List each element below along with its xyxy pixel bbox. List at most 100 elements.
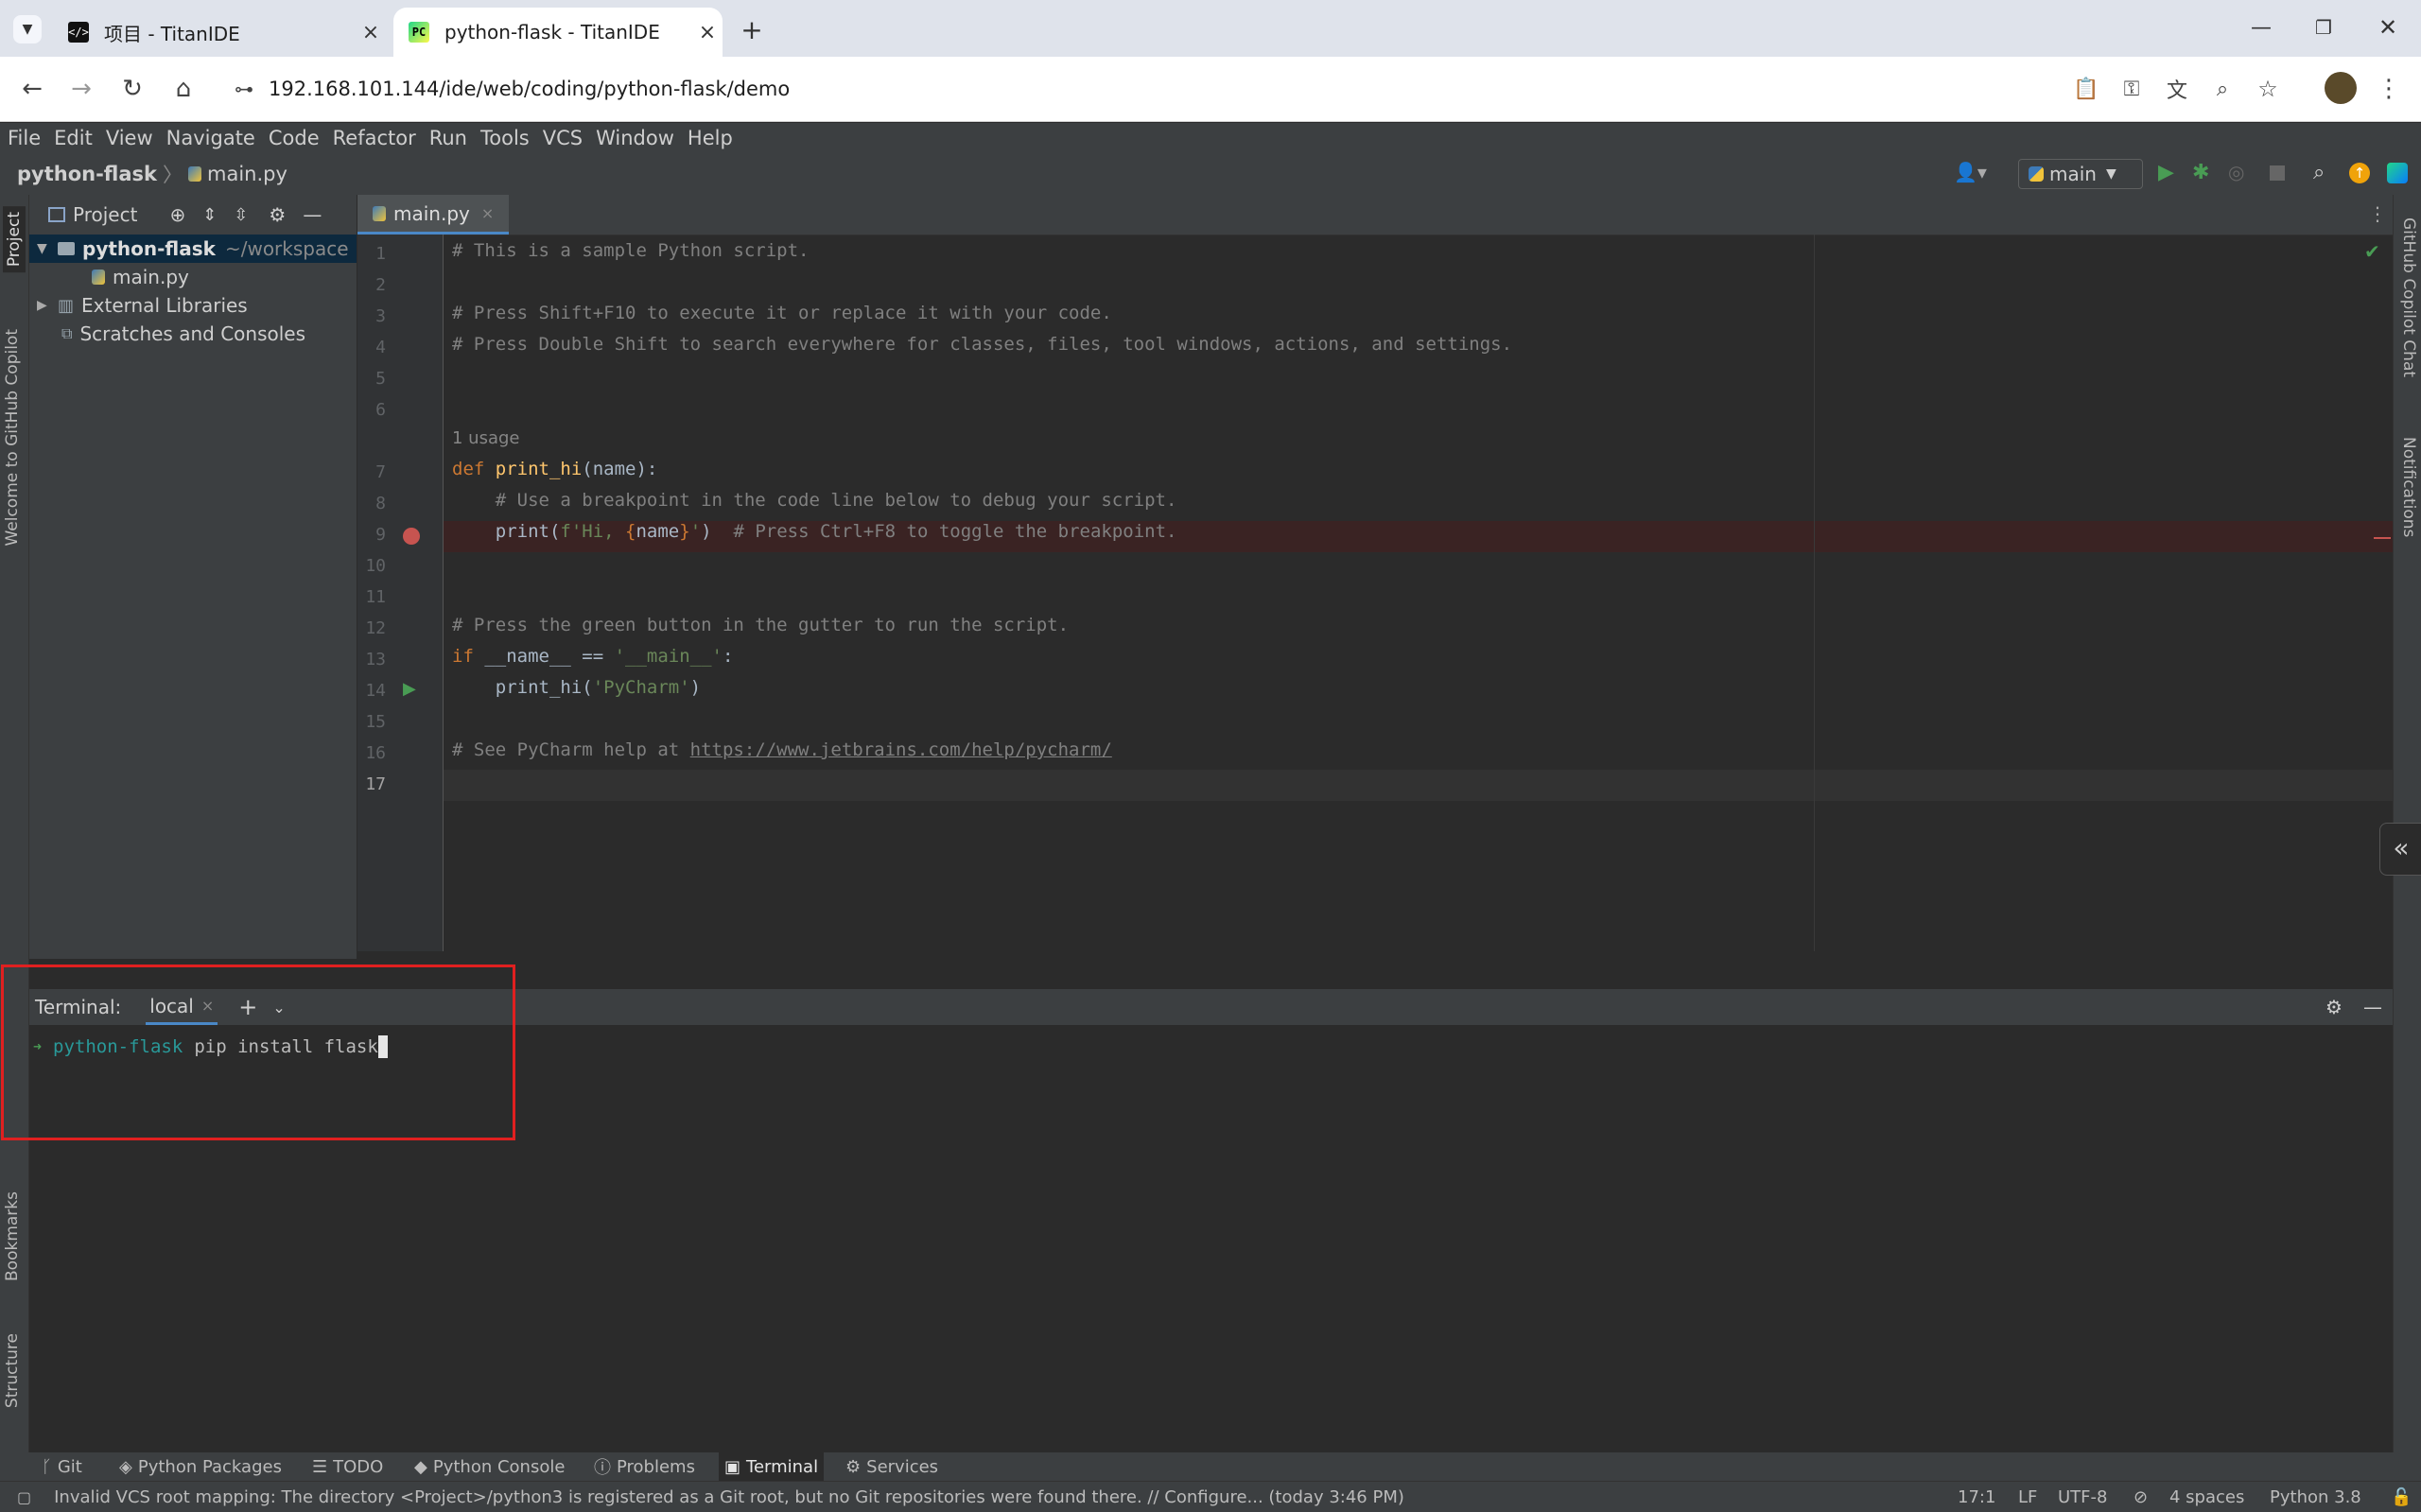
copilot-chat-tool-button[interactable]: GitHub Copilot Chat <box>2399 217 2418 377</box>
bookmark-star-icon[interactable]: ☆ <box>2249 70 2287 108</box>
menu-navigate[interactable]: Navigate <box>166 127 255 149</box>
structure-tool-button[interactable]: Structure <box>3 1333 22 1408</box>
gear-icon[interactable]: ⚙ <box>2325 996 2343 1018</box>
code-with-me-icon[interactable] <box>2387 163 2408 183</box>
profile-icon[interactable]: ◎ <box>2228 161 2251 187</box>
stop-icon[interactable] <box>2270 165 2285 181</box>
code-line[interactable]: # See PyCharm help at https://www.jetbra… <box>452 739 1112 760</box>
minimize-button[interactable]: — <box>2245 11 2277 43</box>
project-tool-button[interactable]: Project <box>3 206 26 273</box>
close-window-button[interactable]: ✕ <box>2372 11 2404 43</box>
restore-button[interactable]: ❐ <box>2308 11 2340 43</box>
chevron-right-icon[interactable]: ▶ <box>37 298 54 313</box>
breadcrumb-project[interactable]: python-flask <box>17 163 157 185</box>
more-tabs-icon[interactable]: ⋮ <box>2368 202 2387 225</box>
back-icon[interactable]: ← <box>13 70 51 108</box>
debug-icon[interactable]: ✱ <box>2192 161 2215 187</box>
password-key-icon[interactable]: ⚿ <box>2113 70 2151 108</box>
tree-item-scratches[interactable]: ⧉ Scratches and Consoles <box>29 320 357 348</box>
close-icon[interactable]: × <box>692 21 723 44</box>
zoom-icon[interactable]: ⌕ <box>2203 70 2241 108</box>
tree-item-python-flask[interactable]: ▼ python-flask ~/workspace <box>29 235 357 263</box>
tool-tab-python-console[interactable]: ◆ Python Console <box>414 1452 565 1481</box>
code-line[interactable]: print_hi('PyCharm') <box>452 677 701 698</box>
menu-file[interactable]: File <box>8 127 41 149</box>
chevron-down-icon[interactable]: ▼ <box>37 241 54 256</box>
menu-window[interactable]: Window <box>596 127 674 149</box>
menu-view[interactable]: View <box>106 127 153 149</box>
status-message[interactable]: Invalid VCS root mapping: The directory … <box>54 1487 1404 1507</box>
expand-all-icon[interactable]: ⇕ <box>202 205 217 225</box>
usage-hint[interactable]: 1 usage <box>452 428 520 448</box>
bookmarks-tool-button[interactable]: Bookmarks <box>3 1191 22 1281</box>
tool-tab-terminal[interactable]: ▣ Terminal <box>719 1452 825 1481</box>
tool-tab-services[interactable]: ⚙ Services <box>845 1452 938 1481</box>
indent-setting[interactable]: 4 spaces <box>2169 1487 2244 1507</box>
more-menu-icon[interactable]: ⋮ <box>2370 70 2408 108</box>
inspection-ok-icon[interactable]: ✔ <box>2364 240 2380 263</box>
gear-icon[interactable]: ⚙ <box>269 203 286 226</box>
tool-tab-todo[interactable]: ☰ TODO <box>312 1452 383 1481</box>
code-line[interactable]: # Press the green button in the gutter t… <box>452 615 1069 635</box>
menu-code[interactable]: Code <box>269 127 320 149</box>
user-icon[interactable]: 👤▾ <box>1954 161 1992 187</box>
run-config-select[interactable]: main ▼ <box>2018 159 2143 189</box>
editor-tab-main-py[interactable]: main.py × <box>357 195 509 235</box>
close-icon[interactable]: × <box>356 21 386 44</box>
caret-position[interactable]: 17:1 <box>1958 1487 1995 1507</box>
line-separator[interactable]: LF <box>2018 1487 2037 1507</box>
site-info-icon[interactable]: ⊶ <box>219 78 269 100</box>
copilot-status-icon[interactable]: ⊘ <box>2134 1487 2148 1507</box>
github-copilot-tool-button[interactable]: Welcome to GitHub Copilot <box>3 329 22 547</box>
breadcrumb-file[interactable]: main.py <box>207 163 287 185</box>
hide-panel-icon[interactable]: — <box>303 203 322 226</box>
menu-help[interactable]: Help <box>688 127 733 149</box>
menu-refactor[interactable]: Refactor <box>333 127 416 149</box>
project-panel: Project ⊕ ⇕ ⇳ ⚙ — ▼ python-flask ~/works… <box>29 195 357 982</box>
home-icon[interactable]: ⌂ <box>165 70 202 108</box>
breakpoint-icon[interactable] <box>403 528 420 545</box>
lock-icon[interactable]: 🔓 <box>2391 1487 2412 1507</box>
code-line[interactable]: print(f'Hi, {name}') # Press Ctrl+F8 to … <box>452 521 1177 542</box>
run-icon[interactable]: ▶ <box>2158 161 2181 187</box>
code-line[interactable]: # This is a sample Python script. <box>452 240 810 261</box>
reload-icon[interactable]: ↻ <box>113 70 151 108</box>
code-line[interactable]: # Press Shift+F10 to execute it or repla… <box>452 303 1112 323</box>
menu-tools[interactable]: Tools <box>480 127 530 149</box>
code-line[interactable]: def print_hi(name): <box>452 459 657 479</box>
menu-run[interactable]: Run <box>429 127 467 149</box>
project-panel-title[interactable]: Project <box>73 203 137 226</box>
run-gutter-icon[interactable]: ▶ <box>403 679 416 699</box>
browser-tab-python-flask[interactable]: PC python-flask - TitanIDE × <box>393 8 723 57</box>
translate-icon[interactable]: 文 <box>2158 70 2196 108</box>
file-encoding[interactable]: UTF-8 <box>2058 1487 2107 1507</box>
notifications-tool-button[interactable]: Notifications <box>2399 437 2418 537</box>
tree-item-main-py[interactable]: main.py <box>29 263 357 291</box>
code-line[interactable]: # Use a breakpoint in the code line belo… <box>452 490 1177 511</box>
python-interpreter[interactable]: Python 3.8 <box>2270 1487 2361 1507</box>
collapse-all-icon[interactable]: ⇳ <box>234 205 248 225</box>
expand-side-panel-button[interactable]: « <box>2379 823 2421 876</box>
search-icon[interactable]: ⌕ <box>2313 161 2336 187</box>
tab-search-dropdown[interactable]: ▼ <box>13 15 42 43</box>
address-bar[interactable]: ⊶ 192.168.101.144/ide/web/coding/python-… <box>219 66 1941 112</box>
tree-item-external-libraries[interactable]: ▶ ▥ External Libraries <box>29 291 357 320</box>
code-line[interactable]: if __name__ == '__main__': <box>452 646 733 667</box>
forward-icon[interactable]: → <box>62 70 100 108</box>
layout-toggle-icon[interactable]: ▢ <box>17 1488 31 1506</box>
update-icon[interactable]: ↑ <box>2349 163 2370 183</box>
tool-tab-problems[interactable]: ⓘ Problems <box>594 1452 695 1481</box>
clipboard-icon[interactable]: 📋 <box>2067 70 2105 108</box>
new-tab-button[interactable]: + <box>736 13 768 45</box>
menu-vcs[interactable]: VCS <box>543 127 583 149</box>
code-line[interactable]: # Press Double Shift to search everywher… <box>452 334 1512 355</box>
breadcrumb: python-flask 〉 main.py <box>17 161 287 187</box>
tool-tab-git[interactable]: ᚴ Git <box>42 1452 82 1481</box>
tool-tab-python-packages[interactable]: ◈ Python Packages <box>119 1452 282 1481</box>
menu-edit[interactable]: Edit <box>54 127 93 149</box>
locate-icon[interactable]: ⊕ <box>169 203 185 226</box>
avatar[interactable] <box>2325 72 2357 104</box>
hide-panel-icon[interactable]: — <box>2363 996 2382 1018</box>
close-icon[interactable]: × <box>481 204 494 222</box>
browser-tab-projects[interactable]: </> 项目 - TitanIDE × <box>53 8 386 57</box>
